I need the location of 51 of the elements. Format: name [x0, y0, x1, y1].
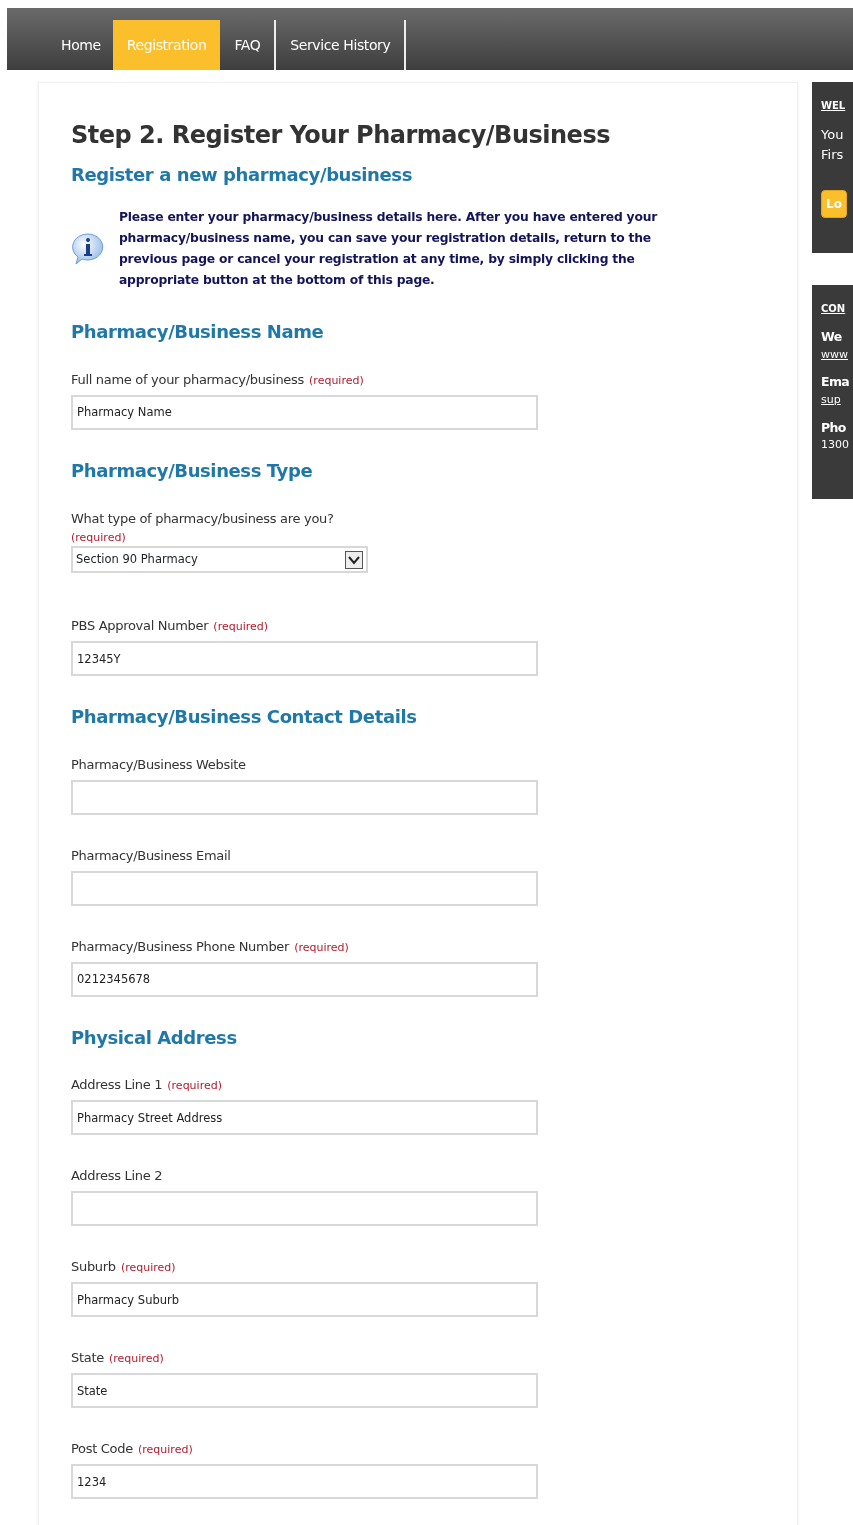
required-note: (required): [120, 1261, 176, 1275]
required-note: (required): [309, 374, 364, 387]
input-field[interactable]: State: [71, 1373, 538, 1409]
required-note: (required): [294, 940, 349, 954]
input-field[interactable]: Pharmacy Street Address: [71, 1100, 538, 1136]
info-text: Please enter your pharmacy/business details here. After you have entered your pharmacy/business name, you can save your registration details, return to the previous page or cancel your registration at any time, by simply clicking the appropriate button at the bottom of this page.: [119, 209, 659, 290]
nav-tab[interactable]: Service History: [276, 20, 407, 70]
contact-value: 1300: [821, 437, 850, 454]
field-label: Address Line 2: [71, 1168, 163, 1184]
field-label: Pharmacy/Business Phone Number: [71, 938, 290, 954]
field-label: Pharmacy/Business Email: [71, 847, 231, 863]
section-heading: Pharmacy/Business Name: [71, 321, 325, 343]
contact-link[interactable]: sup: [821, 392, 853, 409]
info-icon: [71, 232, 105, 267]
field-label: State: [71, 1350, 104, 1366]
input-field[interactable]: 0212345678: [71, 961, 538, 997]
required-note: (required): [213, 620, 269, 634]
contact-title: Ema: [821, 373, 851, 392]
input-field[interactable]: [71, 1191, 538, 1227]
field-label: Pharmacy/Business Website: [71, 756, 246, 772]
section-heading: Register a new pharmacy/business: [71, 163, 413, 186]
contact-title: Pho: [821, 418, 847, 437]
required-note: (required): [138, 1443, 193, 1457]
field-label: Post Code: [71, 1441, 133, 1457]
panel-heading: CON: [821, 302, 847, 316]
input-field[interactable]: Pharmacy Name: [71, 395, 538, 430]
panel-text: Firs: [821, 145, 845, 164]
required-note: (required): [109, 1352, 164, 1366]
input-field[interactable]: 1234: [71, 1464, 538, 1500]
contact-title: We: [821, 328, 843, 346]
field-label: PBS Approval Number: [71, 618, 209, 634]
input-field[interactable]: [71, 779, 538, 815]
select-field[interactable]: Section 90 Pharmacy: [71, 546, 368, 574]
nav-tab[interactable]: FAQ: [220, 20, 277, 70]
required-note: (required): [167, 1079, 222, 1093]
panel-heading: WEL: [821, 99, 847, 113]
field-label: Address Line 1: [71, 1077, 163, 1093]
field-label: What type of pharmacy/business are you?: [71, 510, 334, 526]
section-heading: Pharmacy/Business Type: [71, 460, 314, 482]
contact-link[interactable]: www: [821, 346, 853, 364]
panel-text: You: [821, 126, 845, 144]
field-label: Suburb: [71, 1259, 116, 1275]
nav-tab[interactable]: Home: [49, 20, 113, 70]
required-note: (required): [71, 529, 127, 546]
field-label: Full name of your pharmacy/business: [71, 372, 304, 387]
section-heading: Pharmacy/Business Contact Details: [71, 706, 418, 728]
input-field[interactable]: Pharmacy Suburb: [71, 1282, 538, 1318]
section-heading: Physical Address: [71, 1026, 238, 1049]
input-field[interactable]: [71, 870, 538, 906]
input-field[interactable]: 12345Y: [71, 641, 538, 677]
page-title: Step 2. Register Your Pharmacy/Business: [71, 121, 611, 150]
